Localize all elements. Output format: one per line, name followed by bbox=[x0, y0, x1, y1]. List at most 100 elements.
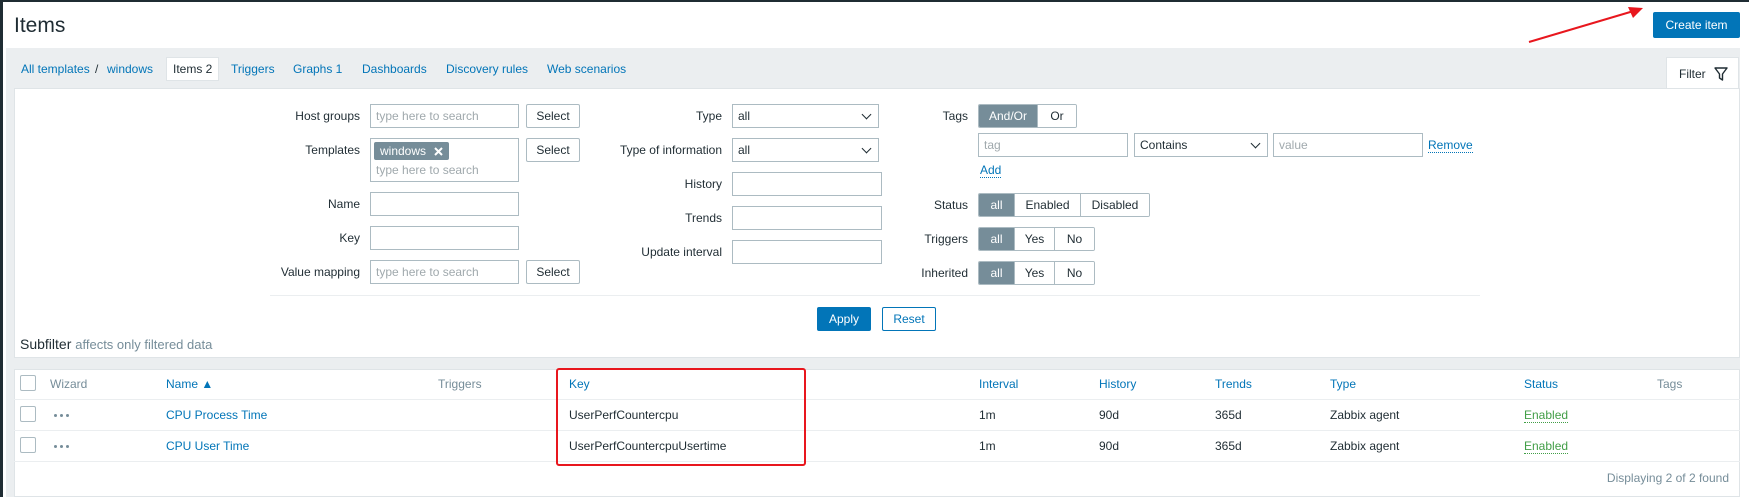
tag-operator-select[interactable]: Contains bbox=[1134, 133, 1268, 157]
triggers-yes-option[interactable]: Yes bbox=[1015, 228, 1055, 250]
inherited-toggle: all Yes No bbox=[978, 261, 1095, 285]
triggers-label: Triggers bbox=[924, 232, 968, 246]
tab-triggers[interactable]: Triggers bbox=[231, 62, 275, 76]
wizard-menu-icon[interactable] bbox=[54, 414, 69, 417]
chevron-down-icon bbox=[1250, 138, 1261, 148]
page-title: Items bbox=[14, 14, 66, 37]
trends-label: Trends bbox=[685, 211, 722, 225]
triggers-all-option[interactable]: all bbox=[979, 228, 1015, 250]
value-mapping-select-button[interactable]: Select bbox=[526, 260, 580, 284]
tag-name-input[interactable]: tag bbox=[978, 133, 1128, 157]
column-header-wizard: Wizard bbox=[50, 377, 88, 391]
status-all-option[interactable]: all bbox=[979, 194, 1015, 216]
column-header-trends[interactable]: Trends bbox=[1215, 377, 1252, 391]
item-name-link[interactable]: CPU Process Time bbox=[166, 408, 267, 422]
template-chip-label: windows bbox=[380, 144, 427, 158]
tab-graphs[interactable]: Graphs 1 bbox=[293, 62, 342, 76]
column-header-name[interactable]: Name ▲ bbox=[166, 377, 213, 391]
tags-and-or-option[interactable]: And/Or bbox=[979, 105, 1038, 127]
status-disabled-option[interactable]: Disabled bbox=[1081, 194, 1149, 216]
item-name-link[interactable]: CPU User Time bbox=[166, 439, 249, 453]
left-border bbox=[0, 0, 3, 497]
type-of-information-label: Type of information bbox=[619, 143, 722, 157]
type-select[interactable]: all bbox=[732, 104, 879, 128]
tab-discovery-rules[interactable]: Discovery rules bbox=[446, 62, 528, 76]
filter-tab[interactable]: Filter bbox=[1666, 57, 1739, 90]
template-chip: windows bbox=[374, 142, 450, 160]
templates-input[interactable]: type here to search bbox=[376, 163, 479, 177]
column-header-status[interactable]: Status bbox=[1524, 377, 1558, 391]
templates-multiselect[interactable]: windows type here to search bbox=[370, 138, 519, 182]
inherited-all-option[interactable]: all bbox=[979, 262, 1015, 284]
history-input[interactable] bbox=[732, 172, 882, 196]
row-checkbox[interactable] bbox=[20, 437, 36, 453]
filter-divider bbox=[270, 295, 1480, 296]
chevron-down-icon bbox=[861, 109, 872, 119]
key-input[interactable] bbox=[370, 226, 519, 250]
create-item-button[interactable]: Create item bbox=[1653, 12, 1740, 38]
type-select-value: all bbox=[738, 109, 751, 123]
trends-input[interactable] bbox=[732, 206, 882, 230]
tag-operator-value: Contains bbox=[1140, 138, 1188, 152]
chevron-down-icon bbox=[861, 143, 872, 153]
tag-add-link[interactable]: Add bbox=[980, 163, 1002, 178]
close-icon[interactable] bbox=[434, 146, 443, 156]
templates-select-button[interactable]: Select bbox=[526, 138, 580, 162]
item-status-link[interactable]: Enabled bbox=[1524, 408, 1569, 423]
item-history: 90d bbox=[1099, 408, 1120, 422]
wizard-menu-icon[interactable] bbox=[54, 445, 69, 448]
inherited-no-option[interactable]: No bbox=[1055, 262, 1094, 284]
column-header-triggers: Triggers bbox=[438, 377, 482, 391]
reset-button[interactable]: Reset bbox=[882, 307, 936, 331]
table-header-divider bbox=[14, 399, 1740, 400]
row-checkbox[interactable] bbox=[20, 406, 36, 422]
value-mapping-input[interactable]: type here to search bbox=[370, 260, 519, 284]
item-type: Zabbix agent bbox=[1330, 439, 1400, 453]
type-label: Type bbox=[695, 109, 722, 123]
update-interval-input[interactable] bbox=[732, 240, 882, 264]
tab-dashboards[interactable]: Dashboards bbox=[362, 62, 427, 76]
subfilter-title: Subfilter bbox=[20, 336, 72, 352]
host-groups-label: Host groups bbox=[295, 109, 360, 123]
breadcrumb-all-templates[interactable]: All templates bbox=[21, 62, 90, 76]
tag-remove-link[interactable]: Remove bbox=[1428, 138, 1473, 153]
column-header-interval[interactable]: Interval bbox=[979, 377, 1018, 391]
item-trends: 365d bbox=[1215, 439, 1242, 453]
type-of-information-select[interactable]: all bbox=[732, 138, 879, 162]
breadcrumb-separator: / bbox=[95, 62, 99, 76]
breadcrumb-windows[interactable]: windows bbox=[107, 62, 153, 76]
item-trends: 365d bbox=[1215, 408, 1242, 422]
column-header-type[interactable]: Type bbox=[1330, 377, 1356, 391]
triggers-no-option[interactable]: No bbox=[1055, 228, 1094, 250]
subfilter-heading: Subfilter affects only filtered data bbox=[20, 336, 212, 352]
history-label: History bbox=[684, 177, 722, 191]
apply-button[interactable]: Apply bbox=[817, 307, 871, 331]
status-label: Status bbox=[933, 198, 968, 212]
subfilter-note: affects only filtered data bbox=[75, 337, 213, 352]
item-history: 90d bbox=[1099, 439, 1120, 453]
inherited-label: Inherited bbox=[921, 266, 968, 280]
name-input[interactable] bbox=[370, 192, 519, 216]
tags-or-option[interactable]: Or bbox=[1038, 105, 1076, 127]
tab-items[interactable]: Items 2 bbox=[166, 57, 220, 81]
filter-tab-label: Filter bbox=[1679, 67, 1706, 81]
inherited-yes-option[interactable]: Yes bbox=[1015, 262, 1055, 284]
filter-icon bbox=[1713, 67, 1728, 81]
triggers-toggle: all Yes No bbox=[978, 227, 1095, 251]
host-groups-input[interactable]: type here to search bbox=[370, 104, 519, 128]
status-enabled-option[interactable]: Enabled bbox=[1015, 194, 1081, 216]
select-all-checkbox[interactable] bbox=[20, 375, 36, 391]
item-interval: 1m bbox=[979, 408, 996, 422]
item-status-link[interactable]: Enabled bbox=[1524, 439, 1569, 454]
column-header-tags: Tags bbox=[1657, 377, 1683, 391]
type-of-information-value: all bbox=[738, 143, 751, 157]
status-toggle: all Enabled Disabled bbox=[978, 193, 1150, 217]
tag-value-input[interactable]: value bbox=[1273, 133, 1423, 157]
host-groups-select-button[interactable]: Select bbox=[526, 104, 580, 128]
column-header-history[interactable]: History bbox=[1099, 377, 1136, 391]
annotation-arrow bbox=[1528, 7, 1643, 43]
table-row-divider bbox=[14, 461, 1740, 462]
name-label: Name bbox=[327, 197, 360, 211]
templates-label: Templates bbox=[305, 143, 360, 157]
tab-web-scenarios[interactable]: Web scenarios bbox=[547, 62, 626, 76]
